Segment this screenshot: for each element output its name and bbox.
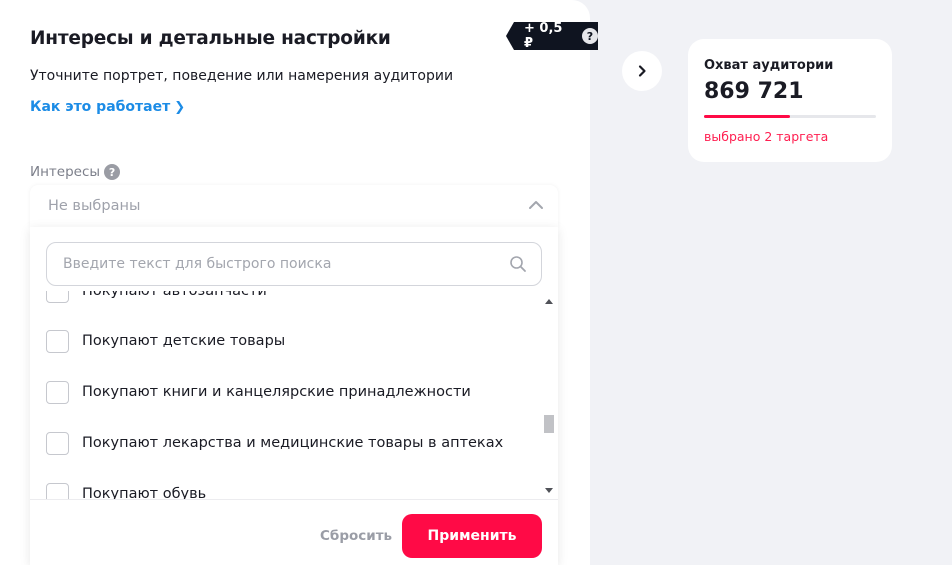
reach-progress-fill [704,115,790,118]
list-item-label: Покупают книги и канцелярские принадлежн… [82,384,471,400]
list-item-label: Покупают лекарства и медицинские товары … [82,435,504,451]
scroll-up-icon[interactable] [545,299,553,304]
chevron-right-icon: ❯ [174,100,186,115]
list-item-label: Покупают обувь [82,486,207,499]
checkbox[interactable] [46,482,69,499]
interests-list: Покупают автозапчасти Покупают детские т… [30,291,558,499]
checkbox[interactable] [46,380,69,404]
chevron-up-icon[interactable] [528,197,544,213]
interests-select[interactable]: Не выбраны [30,185,558,227]
interests-label: Интересы ? [30,164,121,180]
checkbox[interactable] [46,291,69,303]
list-item-label: Покупают детские товары [82,333,286,349]
checkbox[interactable] [46,329,69,353]
how-it-works-label: Как это работает [30,99,171,115]
reset-button[interactable]: Сбросить [320,528,392,544]
question-circle-icon[interactable]: ? [582,28,598,44]
list-item[interactable]: Покупают лекарства и медицинские товары … [46,431,503,455]
how-it-works-link[interactable]: Как это работает ❯ [30,99,185,115]
chevron-right-icon [638,65,646,77]
list-scrollbar[interactable] [542,295,556,497]
question-circle-icon[interactable]: ? [104,164,121,180]
checkbox[interactable] [46,431,69,455]
list-item[interactable]: Покупают обувь [46,482,206,499]
reach-title: Охват аудитории [704,58,834,73]
price-badge: + 0,5 ₽ ? [506,22,598,50]
price-badge-label: + 0,5 ₽ [524,21,563,51]
reach-progress-bar [704,115,876,118]
list-item[interactable]: Покупают детские товары [46,329,285,353]
interests-label-text: Интересы [30,164,101,180]
search-input[interactable] [63,253,493,275]
dropdown-footer: Сбросить Применить [30,499,558,565]
search-icon[interactable] [509,255,527,273]
page-title: Интересы и детальные настройки [30,28,391,49]
list-item[interactable]: Покупают книги и канцелярские принадлежн… [46,380,471,404]
list-item-label: Покупают автозапчасти [82,291,267,299]
selected-targets-note: выбрано 2 таргета [704,129,829,144]
audience-reach-card: Охват аудитории 869 721 выбрано 2 таргет… [688,39,892,162]
reach-value: 869 721 [704,79,804,104]
apply-button[interactable]: Применить [402,514,542,558]
interests-settings-card: Интересы и детальные настройки + 0,5 ₽ ?… [0,0,598,565]
interests-dropdown: Покупают автозапчасти Покупают детские т… [30,227,558,565]
scroll-down-icon[interactable] [545,488,553,493]
interests-select-value: Не выбраны [48,198,141,214]
search-field[interactable] [46,242,542,286]
scrollbar-thumb[interactable] [544,415,554,433]
list-item[interactable]: Покупают автозапчасти [46,291,267,303]
next-step-button[interactable] [622,51,662,91]
page-subtitle: Уточните портрет, поведение или намерени… [30,68,454,84]
